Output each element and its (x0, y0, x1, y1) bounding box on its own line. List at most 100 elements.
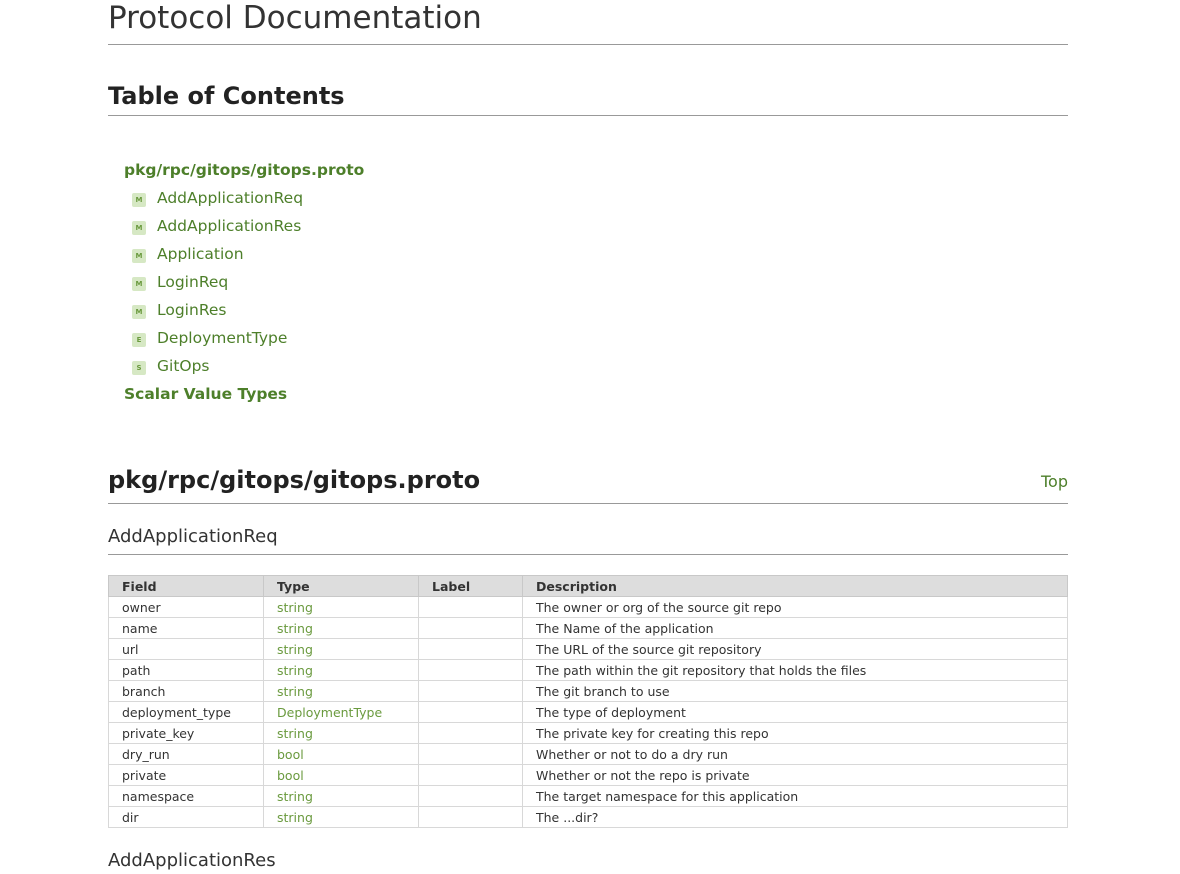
toc-link-application[interactable]: Application (157, 240, 244, 268)
description-cell: Whether or not to do a dry run (522, 743, 1068, 765)
type-link[interactable]: string (277, 600, 313, 615)
toc-item: E DeploymentType (132, 324, 1068, 352)
table-row: private_key string The private key for c… (108, 722, 1068, 744)
description-cell: The type of deployment (522, 701, 1068, 723)
label-cell (418, 638, 523, 660)
type-link[interactable]: string (277, 684, 313, 699)
field-name-cell: url (108, 638, 264, 660)
field-name-cell: private_key (108, 722, 264, 744)
table-row: private bool Whether or not the repo is … (108, 764, 1068, 786)
label-cell (418, 764, 523, 786)
description-cell: The Name of the application (522, 617, 1068, 639)
message-title: AddApplicationReq (108, 524, 1068, 555)
type-cell: bool (263, 743, 419, 765)
type-cell: DeploymentType (263, 701, 419, 723)
label-cell (418, 722, 523, 744)
type-link[interactable]: string (277, 726, 313, 741)
table-row: dry_run bool Whether or not to do a dry … (108, 743, 1068, 765)
message-badge-icon: M (132, 249, 146, 263)
toc-item: M LoginReq (132, 268, 1068, 296)
field-name-cell: dry_run (108, 743, 264, 765)
type-cell: string (263, 785, 419, 807)
file-section-header: pkg/rpc/gitops/gitops.proto Top (108, 464, 1068, 504)
toc-item: S GitOps (132, 352, 1068, 380)
field-name-cell: deployment_type (108, 701, 264, 723)
table-row: url string The URL of the source git rep… (108, 638, 1068, 660)
description-cell: The owner or org of the source git repo (522, 596, 1068, 618)
table-of-contents: pkg/rpc/gitops/gitops.proto M AddApplica… (108, 156, 1068, 408)
toc-link-file[interactable]: pkg/rpc/gitops/gitops.proto (124, 161, 364, 179)
type-cell: bool (263, 764, 419, 786)
type-cell: string (263, 680, 419, 702)
file-section-title: pkg/rpc/gitops/gitops.proto (108, 466, 481, 494)
description-cell: Whether or not the repo is private (522, 764, 1068, 786)
type-cell: string (263, 806, 419, 828)
toc-item: M Application (132, 240, 1068, 268)
toc-link-addapplicationres[interactable]: AddApplicationRes (157, 212, 301, 240)
table-row: deployment_type DeploymentType The type … (108, 701, 1068, 723)
column-header-label: Label (418, 575, 523, 597)
column-header-field: Field (108, 575, 264, 597)
next-message-title: AddApplicationRes (108, 850, 276, 871)
toc-item: M AddApplicationRes (132, 212, 1068, 240)
page-title: Protocol Documentation (108, 0, 1068, 45)
type-link[interactable]: string (277, 789, 313, 804)
field-name-cell: private (108, 764, 264, 786)
label-cell (418, 785, 523, 807)
type-link[interactable]: DeploymentType (277, 705, 382, 720)
service-badge-icon: S (132, 361, 146, 375)
type-link[interactable]: string (277, 642, 313, 657)
toc-heading: Table of Contents (108, 81, 1068, 116)
toc-item: M AddApplicationReq (132, 184, 1068, 212)
table-row: name string The Name of the application (108, 617, 1068, 639)
description-cell: The URL of the source git repository (522, 638, 1068, 660)
field-name-cell: owner (108, 596, 264, 618)
type-link[interactable]: bool (277, 768, 304, 783)
table-row: path string The path within the git repo… (108, 659, 1068, 681)
label-cell (418, 596, 523, 618)
description-cell: The path within the git repository that … (522, 659, 1068, 681)
enum-badge-icon: E (132, 333, 146, 347)
top-link[interactable]: Top (1041, 472, 1068, 491)
type-link[interactable]: string (277, 810, 313, 825)
type-cell: string (263, 638, 419, 660)
field-name-cell: branch (108, 680, 264, 702)
type-cell: string (263, 659, 419, 681)
label-cell (418, 701, 523, 723)
toc-link-loginres[interactable]: LoginRes (157, 296, 227, 324)
description-cell: The target namespace for this applicatio… (522, 785, 1068, 807)
toc-link-addapplicationreq[interactable]: AddApplicationReq (157, 184, 303, 212)
label-cell (418, 806, 523, 828)
type-cell: string (263, 722, 419, 744)
table-header-row: Field Type Label Description (108, 575, 1068, 597)
table-row: namespace string The target namespace fo… (108, 785, 1068, 807)
fields-table: Field Type Label Description owner strin… (108, 575, 1068, 828)
type-link[interactable]: string (277, 663, 313, 678)
type-cell: string (263, 617, 419, 639)
label-cell (418, 659, 523, 681)
toc-link-loginreq[interactable]: LoginReq (157, 268, 228, 296)
field-name-cell: name (108, 617, 264, 639)
table-row: owner string The owner or org of the sou… (108, 596, 1068, 618)
field-name-cell: namespace (108, 785, 264, 807)
label-cell (418, 743, 523, 765)
column-header-type: Type (263, 575, 419, 597)
label-cell (418, 617, 523, 639)
field-name-cell: dir (108, 806, 264, 828)
message-badge-icon: M (132, 221, 146, 235)
type-link[interactable]: string (277, 621, 313, 636)
description-cell: The private key for creating this repo (522, 722, 1068, 744)
description-cell: The ...dir? (522, 806, 1068, 828)
table-row: dir string The ...dir? (108, 806, 1068, 828)
toc-link-gitops[interactable]: GitOps (157, 352, 210, 380)
field-name-cell: path (108, 659, 264, 681)
type-link[interactable]: bool (277, 747, 304, 762)
document-page: Protocol Documentation Table of Contents… (108, 0, 1068, 874)
toc-item: M LoginRes (132, 296, 1068, 324)
table-row: branch string The git branch to use (108, 680, 1068, 702)
description-cell: The git branch to use (522, 680, 1068, 702)
label-cell (418, 680, 523, 702)
toc-link-deploymenttype[interactable]: DeploymentType (157, 324, 287, 352)
toc-link-scalar-value-types[interactable]: Scalar Value Types (124, 385, 287, 403)
type-cell: string (263, 596, 419, 618)
